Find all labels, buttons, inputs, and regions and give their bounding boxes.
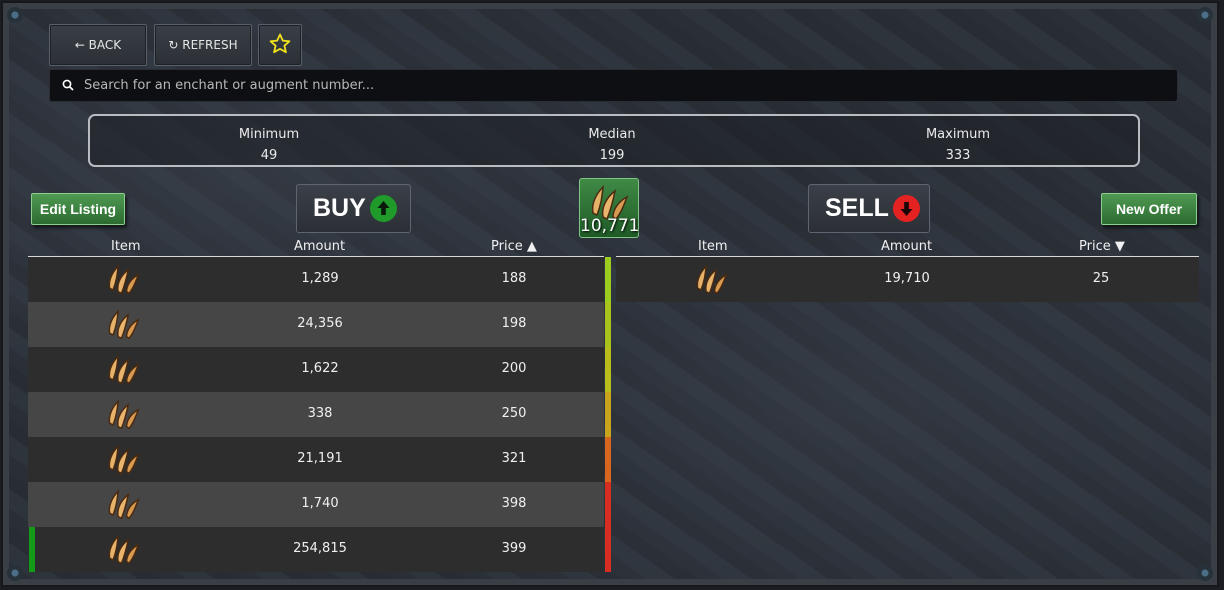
stat-maximum-label: Maximum	[925, 127, 991, 142]
claw-fang-icon	[106, 263, 142, 299]
sell-label: SELL	[825, 194, 889, 222]
stat-minimum-value: 49	[260, 148, 278, 163]
price-stats-panel: Minimum 49 Median 199 Maximum 333	[88, 114, 1140, 167]
buy-row-amount: 1,622	[301, 361, 339, 376]
buy-table-row[interactable]: 254,815 399	[28, 527, 604, 572]
price-indicator-bar	[605, 347, 611, 392]
buy-row-amount: 21,191	[297, 451, 343, 466]
buy-row-amount: 338	[307, 406, 333, 421]
search-bar[interactable]	[49, 69, 1178, 102]
price-indicator-bar	[605, 302, 611, 347]
buy-row-price: 188	[501, 271, 527, 286]
price-indicator-bar	[605, 257, 611, 302]
sell-button[interactable]: SELL	[808, 184, 930, 233]
buy-row-price: 321	[501, 451, 527, 466]
buy-table-row[interactable]: 338 250	[28, 392, 604, 437]
claw-fang-icon	[106, 398, 142, 434]
back-button[interactable]: ← BACK	[49, 24, 147, 66]
new-offer-button[interactable]: New Offer	[1101, 193, 1197, 225]
arrow-down-icon	[892, 195, 920, 222]
buy-row-price: 250	[501, 406, 527, 421]
refresh-button[interactable]: ↻ REFRESH	[154, 24, 252, 66]
stat-maximum-value: 333	[945, 148, 971, 163]
frame-corner-ornament	[7, 565, 23, 581]
sell-row-amount: 19,710	[884, 271, 930, 286]
buy-button[interactable]: BUY	[296, 184, 411, 233]
claw-fang-icon	[106, 353, 142, 389]
buy-row-price: 398	[501, 496, 527, 511]
claw-fang-icon	[106, 443, 142, 479]
stat-median-label: Median	[588, 127, 636, 142]
sell-header-amount: Amount	[881, 239, 933, 254]
price-indicator-bar	[605, 482, 611, 527]
price-indicator-bar	[605, 527, 611, 572]
search-icon	[62, 76, 74, 95]
selected-item-count: 10,771	[580, 216, 640, 236]
selected-item-slot[interactable]: 10,771	[579, 178, 639, 238]
buy-table-row[interactable]: 1,740 398	[28, 482, 604, 527]
frame-corner-ornament	[7, 7, 23, 23]
claw-fang-icon	[106, 533, 142, 569]
frame-corner-ornament	[1197, 565, 1213, 581]
stat-maximum: Maximum 333	[858, 124, 1058, 166]
edit-listing-button[interactable]: Edit Listing	[31, 193, 125, 225]
buy-table-row[interactable]: 21,191 321	[28, 437, 604, 482]
buy-row-amount: 1,289	[301, 271, 339, 286]
buy-table-row[interactable]: 1,622 200	[28, 347, 604, 392]
sell-header-price[interactable]: Price ▼	[1079, 239, 1125, 254]
sell-row-price: 25	[1092, 271, 1110, 286]
buy-table-row[interactable]: 1,289 188	[28, 257, 604, 302]
own-listing-marker	[29, 527, 35, 572]
buy-row-price: 399	[501, 541, 527, 556]
buy-row-price: 200	[501, 361, 527, 376]
stat-median: Median 199	[512, 124, 712, 166]
frame-corner-ornament	[1197, 7, 1213, 23]
buy-label: BUY	[313, 194, 366, 222]
stat-minimum: Minimum 49	[169, 124, 369, 166]
claw-fang-icon	[106, 308, 142, 344]
buy-header-price[interactable]: Price ▲	[491, 239, 537, 254]
price-indicator-bar	[605, 437, 611, 482]
buy-header-item: Item	[111, 239, 141, 254]
search-input[interactable]	[84, 78, 1164, 93]
arrow-up-icon	[369, 195, 397, 222]
stat-median-value: 199	[599, 148, 625, 163]
buy-table-row[interactable]: 24,356 198	[28, 302, 604, 347]
claw-fang-icon	[106, 488, 142, 524]
stat-minimum-label: Minimum	[238, 127, 300, 142]
price-indicator-bar	[605, 392, 611, 437]
buy-row-amount: 254,815	[293, 541, 347, 556]
sell-header-item: Item	[698, 239, 728, 254]
claw-fang-icon	[694, 263, 730, 299]
sell-table-row[interactable]: 19,710 25	[616, 257, 1199, 302]
buy-row-amount: 24,356	[297, 316, 343, 331]
buy-row-amount: 1,740	[301, 496, 339, 511]
favorite-button[interactable]	[258, 24, 302, 66]
star-icon	[268, 32, 292, 59]
buy-row-price: 198	[501, 316, 527, 331]
buy-header-amount: Amount	[294, 239, 346, 254]
